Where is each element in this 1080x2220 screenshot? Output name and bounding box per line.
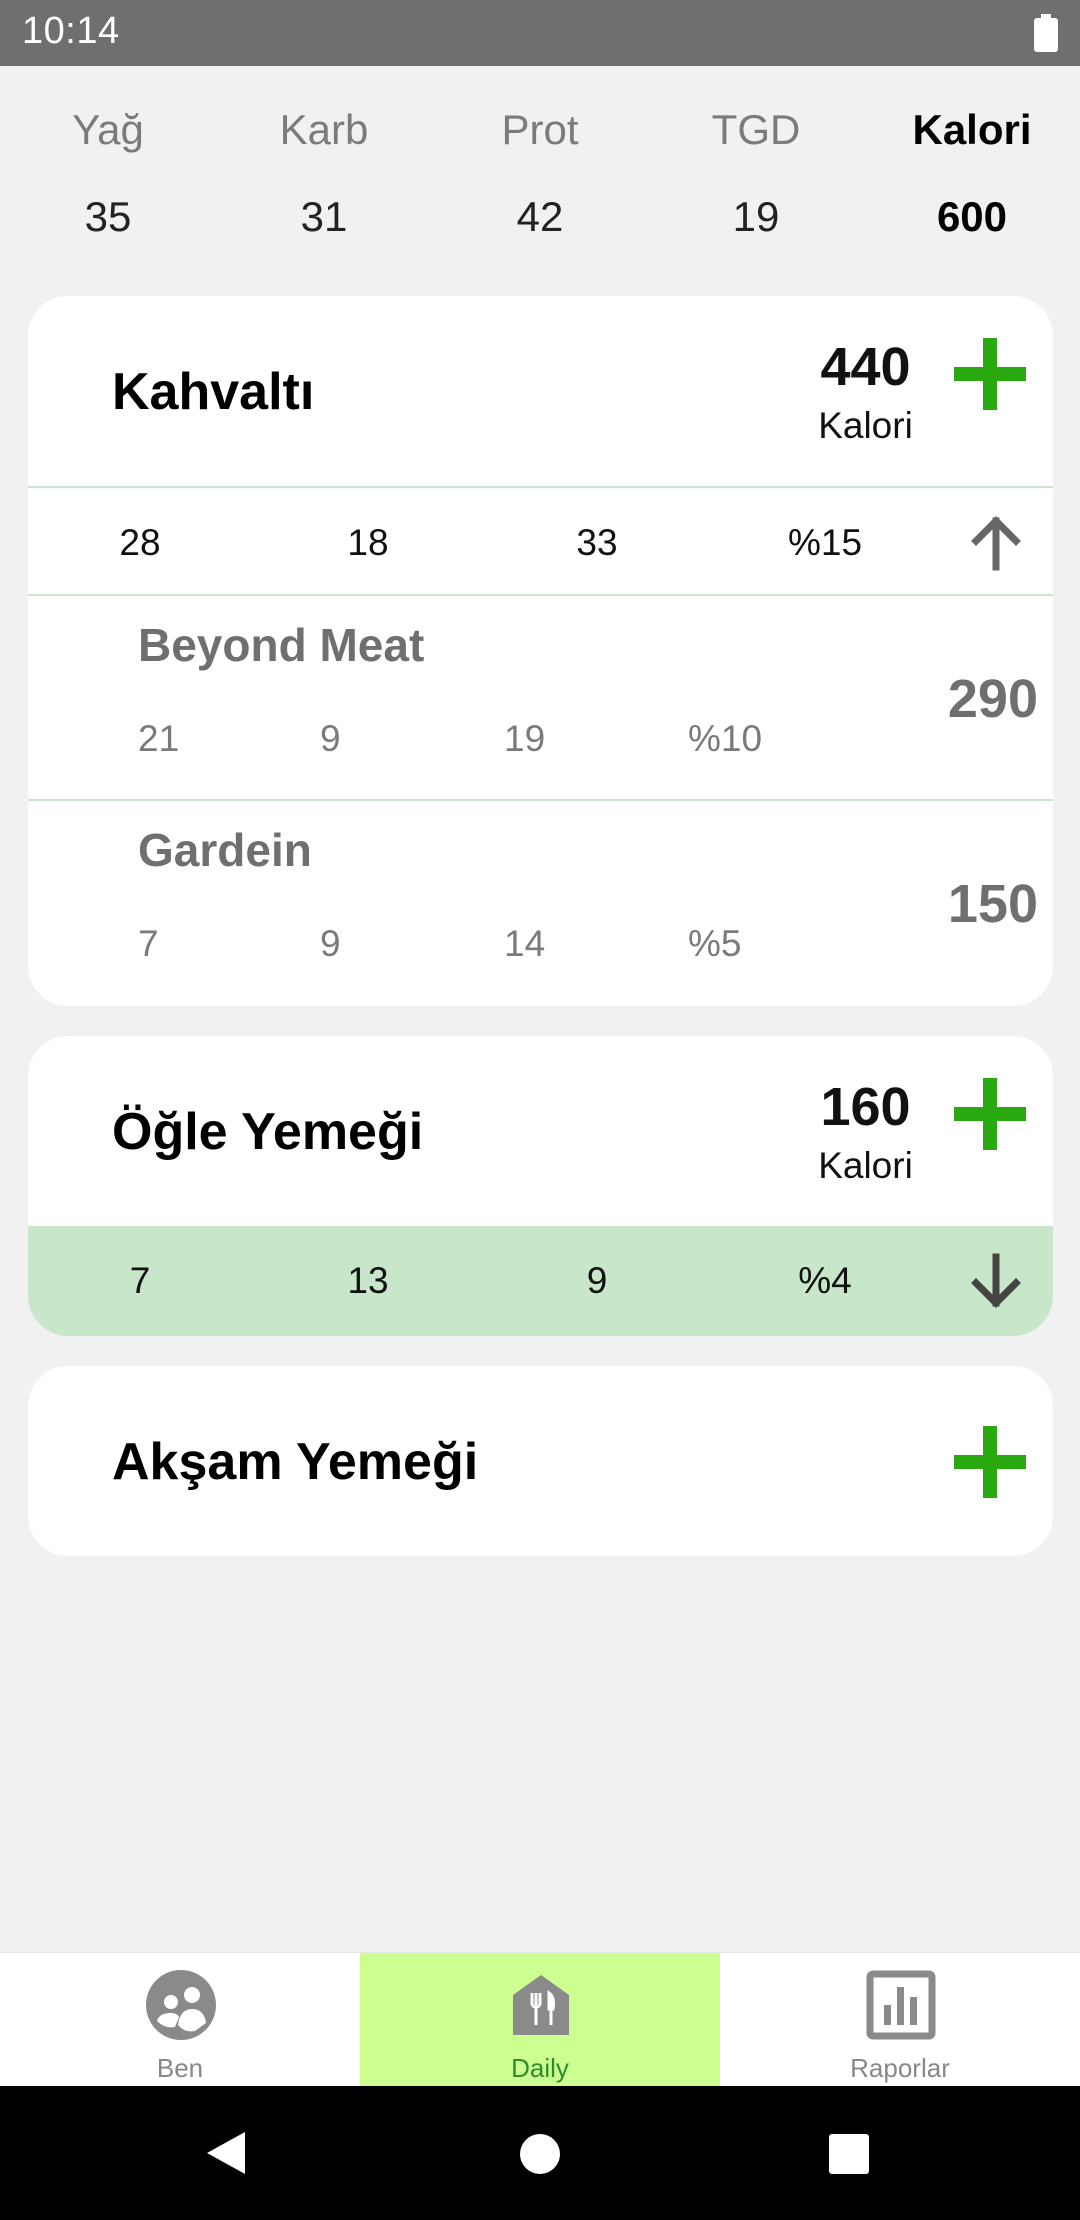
meal-title: Akşam Yemeği [112, 1433, 479, 1491]
food-tgd: %5 [688, 923, 742, 964]
summary-label: Prot [501, 106, 579, 153]
total-protein: 33 [576, 522, 618, 563]
meal-calories-value: 160 [820, 1077, 911, 1137]
add-food-button[interactable] [950, 1422, 1030, 1502]
summary-label: TGD [711, 106, 801, 153]
arrow-down-icon[interactable] [968, 1253, 1024, 1309]
meal-card-lunch: Öğle Yemeği 160 Kalori 7 13 9 %4 [28, 1036, 1053, 1336]
total-carb: 18 [347, 522, 389, 563]
food-calories: 150 [947, 874, 1038, 934]
meal-header: Akşam Yemeği [28, 1366, 1053, 1556]
summary-value: 31 [300, 193, 348, 240]
food-carb: 9 [320, 923, 341, 964]
summary-protein: Prot 42 [440, 100, 640, 247]
total-fat: 7 [129, 1260, 151, 1301]
meal-calories-label: Kalori [818, 405, 913, 446]
nav-item-daily[interactable]: Daily [360, 1953, 720, 2087]
meal-title: Öğle Yemeği [112, 1103, 424, 1161]
people-icon [146, 1970, 216, 2040]
add-food-button[interactable] [950, 334, 1030, 414]
summary-label: Karb [279, 106, 369, 153]
recents-icon[interactable] [828, 2133, 870, 2175]
food-fat: 21 [138, 718, 180, 759]
battery-icon [1034, 14, 1058, 52]
nav-label: Ben [156, 2053, 204, 2083]
daily-summary: Yağ 35 Karb 31 Prot 42 TGD 19 Kalori 600 [0, 66, 1080, 286]
summary-value: 600 [936, 193, 1008, 240]
summary-fat: Yağ 35 [8, 100, 208, 247]
meal-card-dinner: Akşam Yemeği [28, 1366, 1053, 1556]
total-carb: 13 [347, 1260, 389, 1301]
status-time: 10:14 [22, 10, 120, 52]
meal-card-breakfast: Kahvaltı 440 Kalori 28 18 33 %15 Beyond … [28, 296, 1053, 1006]
summary-value: 19 [732, 193, 780, 240]
system-navigation-bar [0, 2086, 1080, 2220]
summary-value: 35 [84, 193, 132, 240]
summary-value: 42 [516, 193, 564, 240]
home-icon[interactable] [519, 2133, 561, 2175]
food-item[interactable]: Beyond Meat 21 9 19 %10 290 [28, 596, 1053, 801]
food-name: Gardein [138, 824, 312, 876]
meal-calories-value: 440 [820, 337, 911, 397]
food-protein: 14 [504, 923, 546, 964]
bottom-navigation: Ben Daily Raporlar [0, 1952, 1080, 2087]
food-item[interactable]: Gardein 7 9 14 %5 150 [28, 801, 1053, 1006]
total-protein: 9 [586, 1260, 608, 1301]
meal-header: Kahvaltı 440 Kalori [28, 296, 1053, 486]
back-icon[interactable] [205, 2130, 247, 2176]
bar-chart-icon [866, 1970, 936, 2040]
summary-tgd: TGD 19 [656, 100, 856, 247]
meal-house-icon [513, 1975, 569, 2035]
nav-label: Raporlar [850, 2053, 950, 2083]
meal-calories: 160 Kalori [758, 1076, 973, 1188]
nav-item-ben[interactable]: Ben [0, 1953, 360, 2087]
food-calories: 290 [947, 669, 1038, 729]
status-bar: 10:14 [0, 0, 1080, 66]
summary-calories: Kalori 600 [872, 100, 1072, 247]
summary-carb: Karb 31 [224, 100, 424, 247]
food-fat: 7 [138, 923, 159, 964]
meal-header: Öğle Yemeği 160 Kalori [28, 1036, 1053, 1226]
food-carb: 9 [320, 718, 341, 759]
meal-calories-label: Kalori [818, 1145, 913, 1186]
food-name: Beyond Meat [138, 619, 425, 671]
meal-totals-row[interactable]: 7 13 9 %4 [28, 1226, 1053, 1336]
add-food-button[interactable] [950, 1074, 1030, 1154]
total-tgd: %4 [798, 1260, 852, 1301]
meal-title: Kahvaltı [112, 363, 315, 421]
summary-label: Yağ [72, 106, 144, 153]
meal-calories: 440 Kalori [758, 336, 973, 448]
food-protein: 19 [504, 718, 546, 759]
food-tgd: %10 [688, 718, 763, 759]
arrow-up-icon[interactable] [968, 515, 1024, 571]
summary-label: Kalori [912, 106, 1032, 153]
total-tgd: %15 [787, 522, 863, 563]
nav-label: Daily [511, 2053, 569, 2083]
total-fat: 28 [119, 522, 161, 563]
nav-item-raporlar[interactable]: Raporlar [720, 1953, 1080, 2087]
meal-totals-row[interactable]: 28 18 33 %15 [28, 486, 1053, 596]
